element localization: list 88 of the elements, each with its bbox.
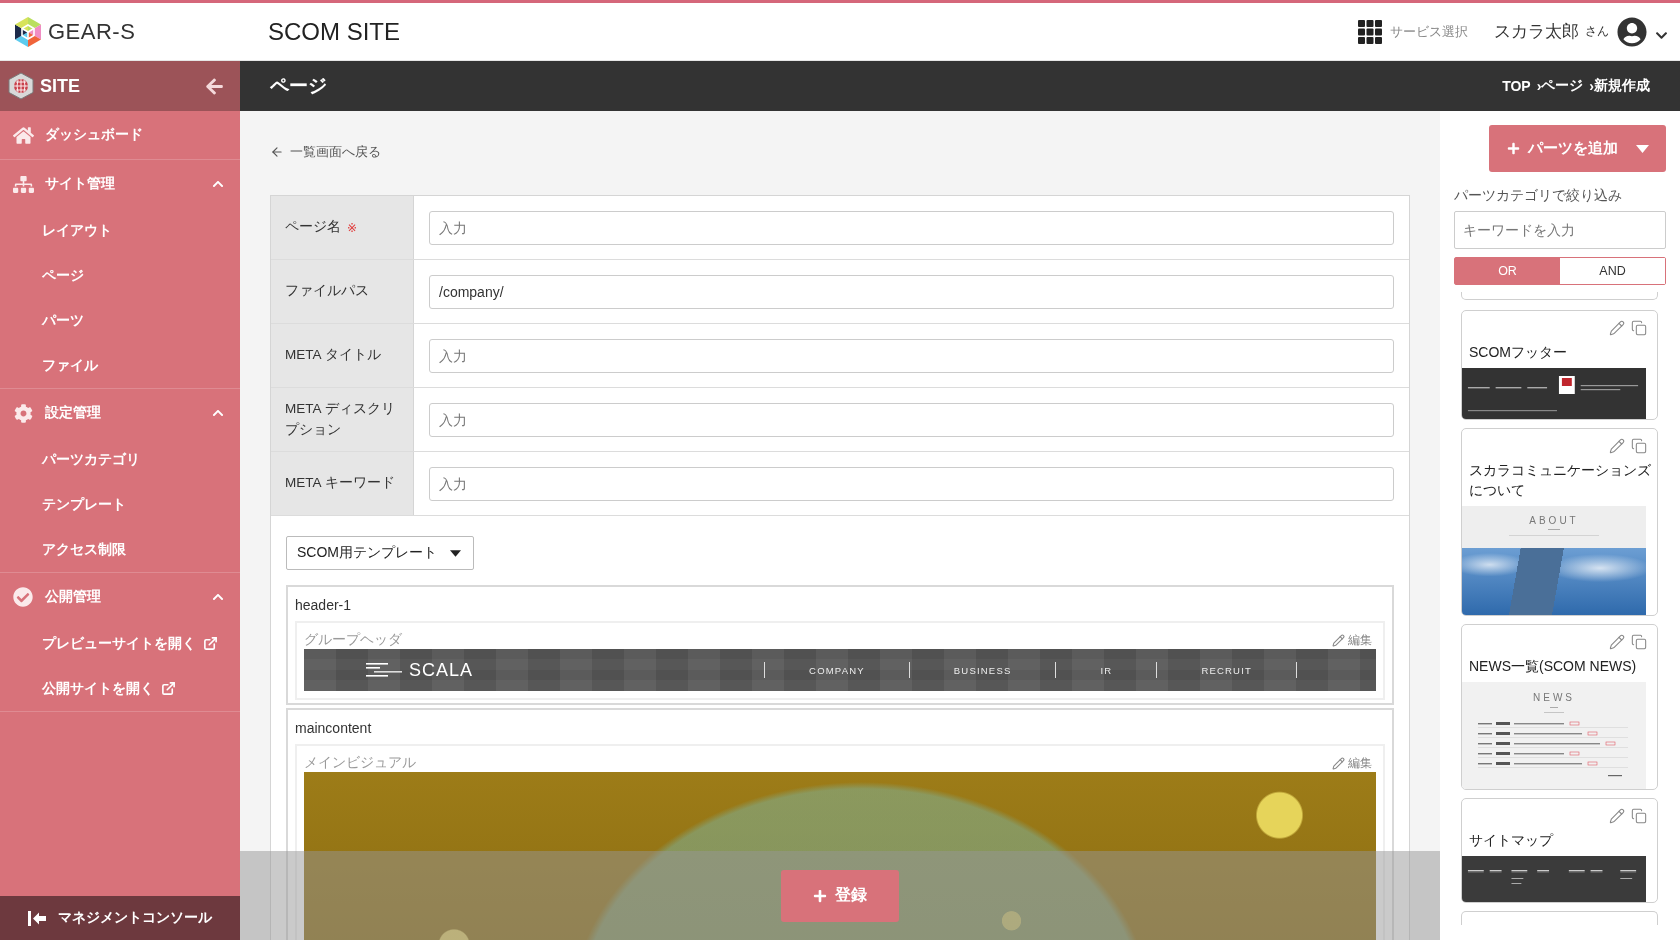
area-name: maincontent (295, 719, 373, 738)
section-header[interactable]: 設定管理 (0, 389, 240, 437)
input-field[interactable]: 入力 (429, 210, 1394, 245)
input-field[interactable]: 入力 (429, 338, 1394, 373)
preview-menu-label: BUSINESS (908, 662, 1056, 678)
preview-heading: NEWS (1533, 692, 1575, 703)
field-label: META タイトル (285, 346, 381, 365)
breadcrumb-separator: › (1589, 78, 1594, 94)
pencil-icon[interactable] (1609, 438, 1625, 454)
pencil-icon[interactable] (1609, 320, 1625, 336)
card-title: SCOMフッター (1468, 343, 1568, 362)
part-name: メインビジュアル (304, 754, 416, 772)
input-field[interactable]: /company/ (429, 274, 1394, 309)
mode-toggle[interactable]: OR (1455, 258, 1560, 284)
breadcrumb-separator: › (1536, 78, 1542, 94)
caret-icon (450, 549, 461, 557)
breadcrumb-link[interactable]: TOP (1502, 78, 1531, 94)
field-label: META キーワード (285, 474, 395, 493)
copy-icon[interactable] (1631, 808, 1647, 824)
caret-icon (1635, 144, 1649, 153)
field-label: ファイルパス (285, 282, 369, 301)
pencil-icon[interactable] (1609, 634, 1625, 650)
brand-name: GEAR-S (48, 18, 136, 45)
plus-icon (813, 888, 827, 903)
template-select[interactable]: SCOM用テンプレート (286, 536, 474, 570)
exit-arrow-icon (28, 910, 46, 926)
filter-label: パーツカテゴリで絞り込み (1454, 187, 1623, 205)
user-name: スカラ太郎 (1494, 21, 1579, 43)
nav-item[interactable]: プレビューサイトを開く (0, 621, 240, 666)
honorific-text: さん (1585, 23, 1609, 40)
copy-icon[interactable] (1631, 634, 1647, 650)
user-avatar-icon[interactable] (1617, 16, 1647, 47)
cube-globe-icon (8, 72, 34, 100)
home-icon (12, 124, 34, 146)
part-name: グループヘッダ (304, 631, 402, 649)
input-field[interactable]: 入力 (429, 466, 1394, 501)
section-header[interactable]: 公開管理 (0, 573, 240, 621)
nav-item[interactable]: 公開サイトを開く (0, 666, 240, 711)
preview-heading: ABOUT (1529, 515, 1579, 526)
area-name: header-1 (295, 596, 353, 615)
pencil-icon (1332, 634, 1345, 647)
field-label: META ディスクリプション (285, 400, 396, 439)
gear-icon (13, 403, 33, 423)
pencil-icon[interactable] (1609, 808, 1625, 824)
plus-icon (1506, 142, 1520, 155)
logo-icon (366, 662, 402, 678)
part-card[interactable]: スカラコミュニケーションズについて ABOUT (1461, 428, 1658, 616)
console-link[interactable]: マネジメントコンソール (0, 896, 240, 940)
page-title: ページ (270, 74, 327, 98)
card-title: NEWS一覧(SCOM NEWS) (1468, 657, 1638, 676)
preview-menu-label: RECRUIT (1156, 662, 1297, 678)
nav-item[interactable]: テンプレート (0, 482, 240, 527)
preview-menu-label: COMPANY (764, 662, 909, 678)
breadcrumb-link[interactable]: ページ (1541, 77, 1584, 95)
nav-item[interactable]: ダッシュボード (0, 111, 240, 160)
required-mark: ※ (347, 220, 358, 235)
nav-item[interactable]: ページ (0, 253, 240, 298)
back-arrow-icon[interactable] (205, 76, 224, 96)
logo-text: SCALA (409, 659, 474, 681)
nav-item[interactable]: パーツ (0, 298, 240, 343)
add-part-button[interactable]: パーツを追加 (1489, 125, 1666, 172)
part-card[interactable]: サイトマップ (1461, 798, 1658, 903)
site-title: SCOM SITE (268, 17, 400, 46)
card-title: スカラコミュニケーションズについて (1468, 461, 1652, 500)
copy-icon[interactable] (1631, 438, 1647, 454)
field-label: ページ名 (285, 218, 341, 237)
section-header[interactable]: サイト管理 (0, 160, 240, 208)
part-card[interactable]: NEWS一覧(SCOM NEWS) NEWS (1461, 624, 1658, 790)
nav-item[interactable]: アクセス制限 (0, 527, 240, 572)
breadcrumb-current: 新規作成 (1594, 77, 1650, 95)
nav-item[interactable]: レイアウト (0, 208, 240, 253)
part-card[interactable]: SCOMフッター (1461, 310, 1658, 420)
card-title: サイトマップ (1468, 831, 1555, 850)
keyword-field[interactable]: キーワードを入力 (1454, 211, 1666, 249)
grid-icon (1358, 19, 1382, 44)
logo-icon (13, 15, 43, 48)
chevron-down-icon[interactable] (1655, 29, 1668, 42)
nav-item[interactable]: パーツカテゴリ (0, 437, 240, 482)
preview-menu-label: IR (1055, 662, 1157, 678)
service-menu-button[interactable]: サービス選択 (1358, 19, 1468, 44)
submit-button[interactable]: 登録 (781, 869, 899, 922)
nav-item[interactable]: ファイル (0, 343, 240, 388)
input-field[interactable]: 入力 (429, 402, 1394, 437)
back-link[interactable]: 一覧画面へ戻る (270, 143, 381, 161)
pencil-icon (1332, 757, 1345, 770)
copy-icon[interactable] (1631, 320, 1647, 336)
hierarchy-icon (12, 173, 34, 195)
sidebar-title: SITE (40, 75, 81, 97)
